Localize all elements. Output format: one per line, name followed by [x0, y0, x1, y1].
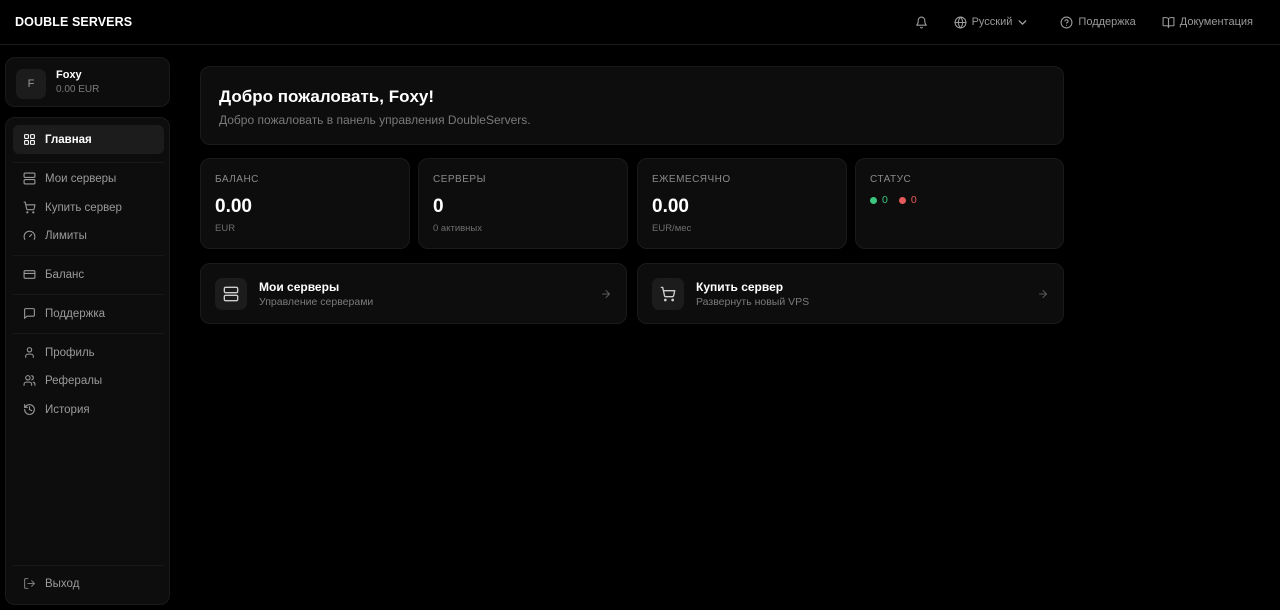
- sidebar-item-support[interactable]: Поддержка: [13, 299, 164, 328]
- docs-link[interactable]: Документация: [1162, 16, 1253, 29]
- stat-card-servers: СЕРВЕРЫ 0 0 активных: [418, 158, 628, 249]
- users-icon: [23, 375, 36, 386]
- logout-button[interactable]: Выход: [13, 569, 164, 598]
- sidebar-item-label: Купить сервер: [45, 201, 122, 214]
- action-subtitle: Управление серверами: [259, 296, 374, 308]
- sidebar-item-profile[interactable]: Профиль: [13, 338, 164, 367]
- status-row: 0 0: [870, 194, 917, 206]
- chevron-down-icon: [1018, 19, 1027, 25]
- cart-icon: [660, 286, 676, 302]
- user-icon: [25, 347, 34, 358]
- sidebar-item-referrals[interactable]: Рефералы: [13, 366, 164, 395]
- cart-icon: [23, 201, 36, 214]
- online-dot: [870, 196, 877, 204]
- stat-value: 0: [433, 196, 444, 217]
- sidebar-item-balance[interactable]: Баланс: [13, 260, 164, 289]
- action-title: Купить сервер: [696, 280, 784, 294]
- buy-server-card[interactable]: Купить сервер Развернуть новый VPS: [637, 263, 1064, 324]
- docs-label: Документация: [1179, 16, 1253, 28]
- arrow-right-icon: [602, 290, 610, 298]
- sidebar-item-label: Лимиты: [45, 229, 87, 242]
- stat-label: СЕРВЕРЫ: [433, 174, 486, 185]
- language-label: Русский: [971, 16, 1013, 28]
- sidebar-item-label: Поддержка: [45, 307, 105, 320]
- layout-grid-icon: [24, 134, 35, 145]
- sidebar-item-label: Рефералы: [45, 374, 103, 387]
- action-subtitle: Развернуть новый VPS: [696, 296, 810, 308]
- sidebar-item-label: Профиль: [45, 346, 95, 359]
- divider: [13, 565, 164, 566]
- stat-label: СТАТУС: [870, 174, 912, 185]
- gauge-icon: [23, 230, 36, 240]
- support-link[interactable]: Поддержка: [1060, 16, 1136, 29]
- page-title: Добро пожаловать, Foxy!: [219, 87, 435, 106]
- server-icon: [223, 286, 239, 302]
- offline-count: 0: [910, 194, 917, 206]
- top-bar: DOUBLE SERVERS Русский Поддержка Докумен…: [0, 0, 1280, 45]
- stat-card-monthly: ЕЖЕМЕСЯЧНО 0.00 EUR/мес: [637, 158, 847, 249]
- sidebar-item-my-servers[interactable]: Мои серверы: [13, 164, 164, 193]
- sidebar-item-label: Мои серверы: [45, 172, 117, 185]
- sidebar-item-label: Выход: [45, 577, 80, 590]
- message-square-icon: [24, 308, 35, 319]
- sidebar-item-label: Главная: [45, 133, 92, 146]
- arrow-right-icon: [1039, 290, 1047, 298]
- help-circle-icon: [1060, 16, 1073, 28]
- bell-icon: [915, 16, 927, 28]
- wallet-icon: [23, 270, 36, 279]
- offline-dot: [898, 196, 906, 204]
- sidebar-item-history[interactable]: История: [13, 395, 164, 424]
- welcome-subtitle: Добро пожаловать в панель управления Dou…: [219, 113, 531, 127]
- action-icon-box: [652, 278, 684, 310]
- log-out-icon: [24, 578, 35, 589]
- top-nav: Русский Поддержка Документация: [889, 0, 1253, 44]
- online-count: 0: [882, 194, 888, 206]
- divider: [13, 162, 164, 163]
- sidebar-item-limits[interactable]: Лимиты: [13, 221, 164, 250]
- support-label: Поддержка: [1078, 16, 1136, 28]
- avatar: F: [16, 69, 46, 99]
- stat-card-balance: БАЛАНС 0.00 EUR: [200, 158, 410, 249]
- stat-sub: EUR: [215, 223, 236, 234]
- notifications-button[interactable]: [915, 16, 928, 29]
- brand-logo[interactable]: DOUBLE SERVERS: [15, 15, 132, 29]
- stat-label: ЕЖЕМЕСЯЧНО: [652, 174, 731, 185]
- divider: [13, 255, 164, 256]
- divider: [13, 333, 164, 334]
- action-title: Мои серверы: [259, 280, 340, 294]
- sidebar-item-label: История: [45, 403, 90, 416]
- language-selector[interactable]: Русский: [954, 16, 1035, 29]
- user-card[interactable]: F Foxy 0.00 EUR: [5, 57, 170, 107]
- welcome-card: Добро пожаловать, Foxy! Добро пожаловать…: [200, 66, 1064, 145]
- stat-sub: 0 активных: [433, 223, 482, 234]
- history-icon: [24, 404, 35, 415]
- stat-card-status: СТАТУС 0 0: [855, 158, 1064, 249]
- sidebar-nav: Главная Мои серверы Купить сервер Лимиты…: [5, 117, 170, 605]
- user-balance: 0.00 EUR: [56, 84, 100, 95]
- sidebar-item-label: Баланс: [45, 268, 85, 281]
- server-icon: [23, 172, 36, 185]
- my-servers-card[interactable]: Мои серверы Управление серверами: [200, 263, 627, 324]
- user-name: Foxy: [56, 69, 82, 81]
- book-open-icon: [1162, 16, 1175, 28]
- stat-label: БАЛАНС: [215, 174, 259, 185]
- stat-value: 0.00: [215, 196, 252, 217]
- divider: [13, 294, 164, 295]
- sidebar-item-home[interactable]: Главная: [13, 125, 164, 154]
- stat-sub: EUR/мес: [652, 223, 692, 234]
- sidebar-item-buy-server[interactable]: Купить сервер: [13, 193, 164, 222]
- globe-icon: [954, 16, 967, 28]
- action-icon-box: [215, 278, 247, 310]
- stat-value: 0.00: [652, 196, 689, 217]
